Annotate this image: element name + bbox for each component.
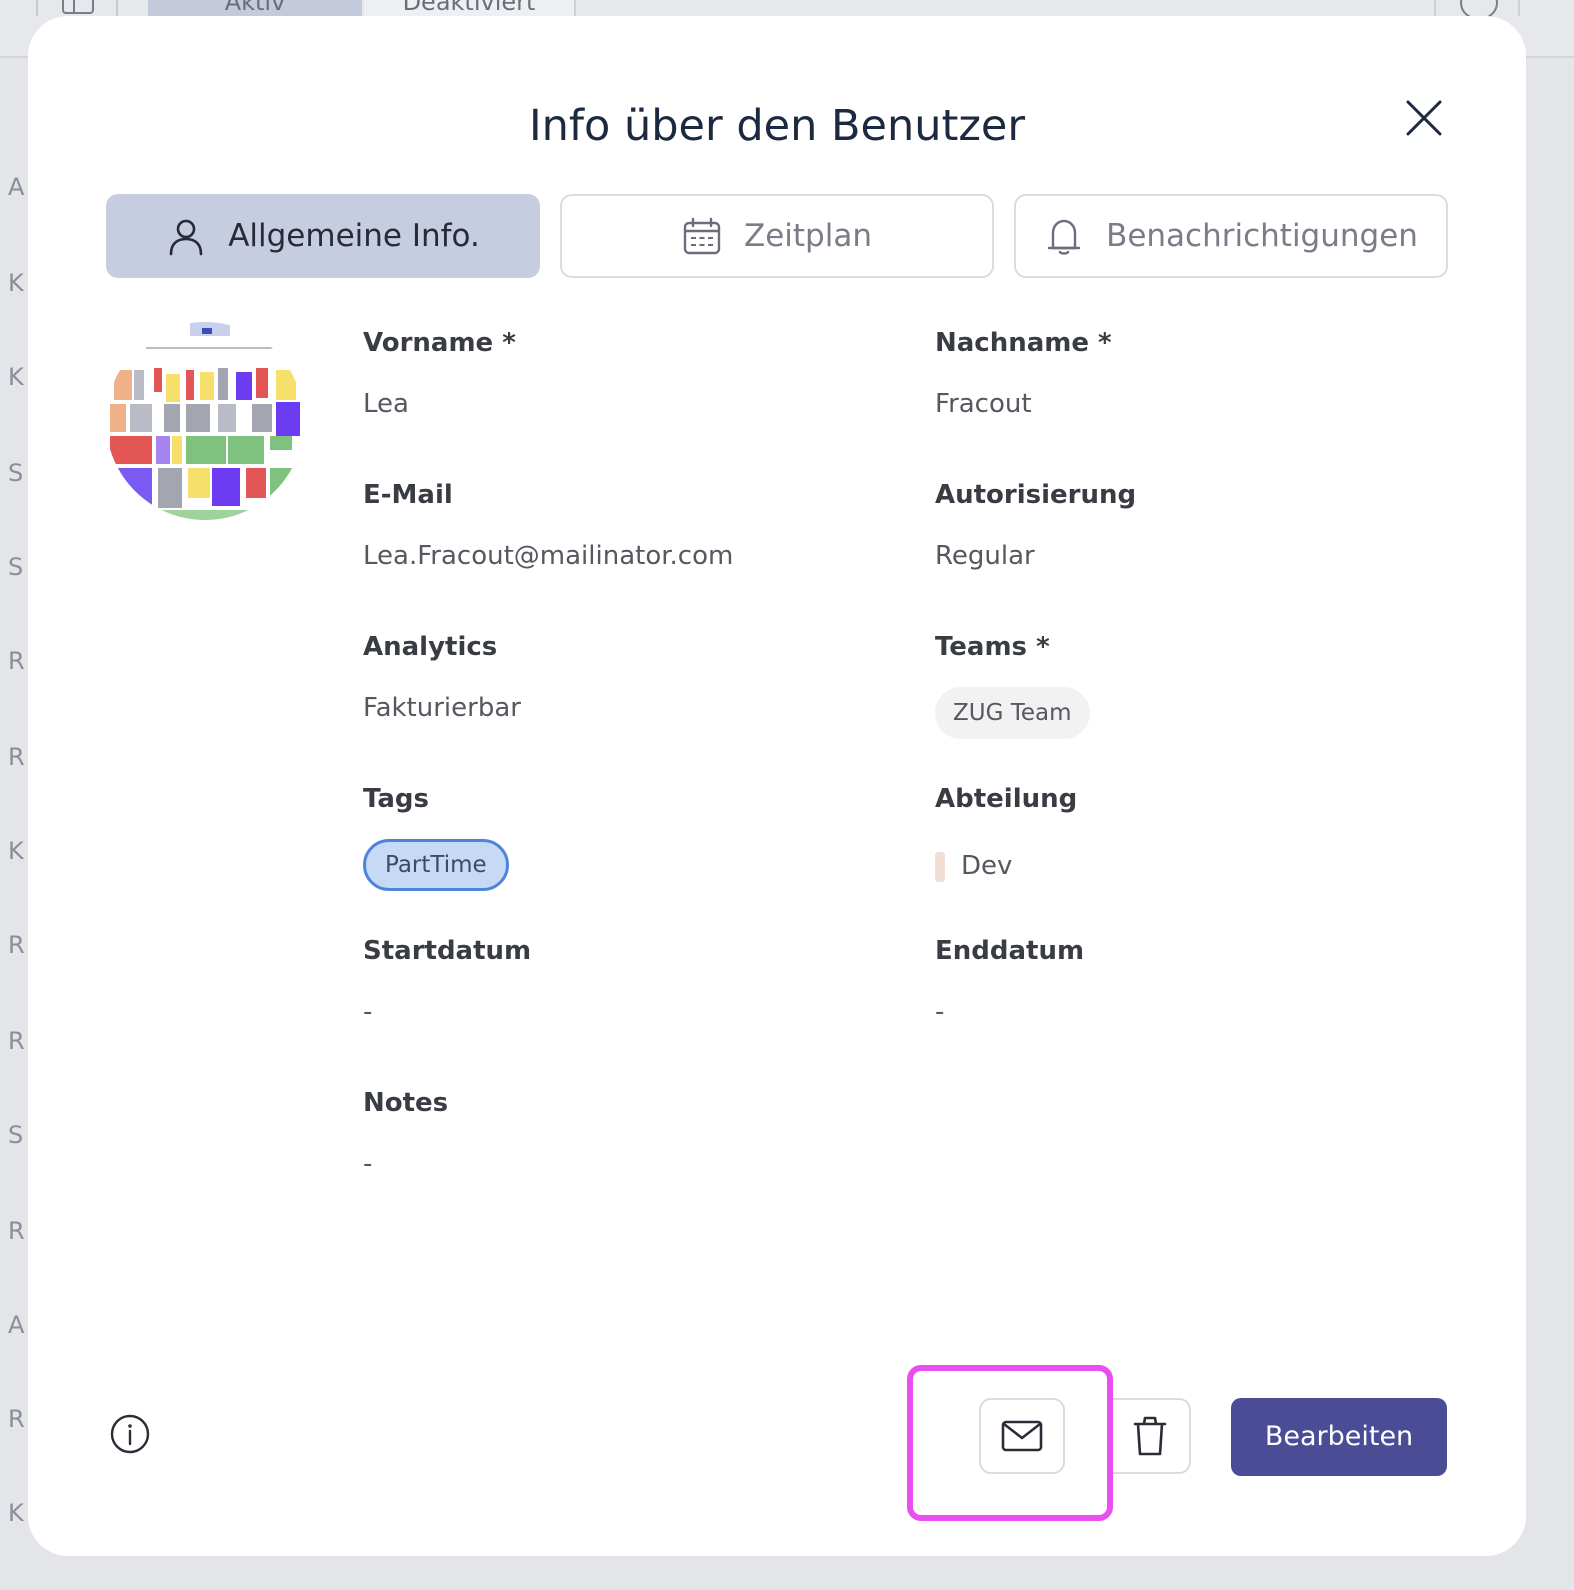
list-item: A: [8, 173, 25, 201]
analytics-value: Fakturierbar: [363, 693, 521, 723]
tab-notifications-label: Benachrichtigungen: [1106, 218, 1418, 254]
tags-label: Tags: [363, 784, 430, 814]
first-name-label: Vorname *: [363, 328, 516, 358]
last-name-value: Fracout: [935, 389, 1032, 419]
mail-icon: [1001, 1420, 1043, 1452]
tab-notifications[interactable]: Benachrichtigungen: [1014, 194, 1448, 278]
start-date-label: Startdatum: [363, 936, 532, 966]
department-label: Abteilung: [935, 784, 1078, 814]
list-item: R: [8, 743, 25, 771]
end-date-value: -: [935, 997, 945, 1027]
user-info-dialog: Info über den Benutzer Allgemeine Info.: [28, 16, 1526, 1556]
tab-active-label: Aktiv: [224, 0, 286, 16]
list-item: R: [8, 1405, 25, 1433]
team-chip: ZUG Team: [935, 687, 1090, 739]
list-item: K: [8, 269, 24, 297]
close-icon: [1406, 100, 1442, 136]
list-item: S: [8, 459, 24, 487]
list-item: A: [8, 1311, 25, 1339]
department-value: Dev: [961, 851, 1013, 881]
dialog-title: Info über den Benutzer: [528, 101, 1026, 151]
tab-general-info-label: Allgemeine Info.: [228, 218, 480, 254]
email-label: E-Mail: [363, 480, 453, 510]
teams-label: Teams *: [935, 632, 1050, 662]
list-item: R: [8, 1217, 25, 1245]
list-item: K: [8, 837, 24, 865]
analytics-label: Analytics: [363, 632, 498, 662]
tab-schedule[interactable]: Zeitplan: [560, 194, 994, 278]
list-item: R: [8, 647, 25, 675]
delete-user-button[interactable]: [1111, 1398, 1191, 1474]
tab-schedule-label: Zeitplan: [743, 218, 872, 254]
toolbar-divider: [36, 0, 38, 16]
calendar-icon: [682, 216, 722, 256]
tab-active-users[interactable]: Aktiv: [148, 0, 362, 16]
list-item: S: [8, 553, 24, 581]
list-item: K: [8, 1499, 24, 1527]
edit-button[interactable]: Bearbeiten: [1231, 1398, 1447, 1476]
send-invite-email-button[interactable]: [979, 1398, 1065, 1474]
tab-general-info[interactable]: Allgemeine Info.: [106, 194, 540, 278]
authorization-value: Regular: [935, 541, 1035, 571]
notes-value: -: [363, 1149, 373, 1179]
columns-icon: [62, 0, 94, 14]
toolbar-divider: [116, 0, 118, 16]
tab-deactivated-label: Deaktiviert: [402, 0, 536, 16]
trash-icon: [1133, 1416, 1167, 1456]
authorization-label: Autorisierung: [935, 480, 1137, 510]
account-icon[interactable]: [1434, 0, 1520, 20]
close-button[interactable]: [1400, 94, 1448, 142]
email-value: Lea.Fracout@mailinator.com: [363, 541, 734, 571]
info-icon: [110, 1414, 150, 1454]
tab-deactivated-users[interactable]: Deaktiviert: [364, 0, 576, 16]
list-item: R: [8, 931, 25, 959]
list-item: S: [8, 1121, 24, 1149]
last-name-label: Nachname *: [935, 328, 1112, 358]
notes-label: Notes: [363, 1088, 449, 1118]
list-item: K: [8, 363, 24, 391]
department-color-swatch: [935, 852, 945, 882]
user-avatar: [106, 322, 304, 520]
list-item: R: [8, 1027, 25, 1055]
start-date-value: -: [363, 997, 373, 1027]
first-name-value: Lea: [363, 389, 409, 419]
bell-icon: [1044, 216, 1084, 256]
user-icon: [166, 216, 206, 256]
info-button[interactable]: [110, 1414, 150, 1454]
end-date-label: Enddatum: [935, 936, 1085, 966]
tag-chip: PartTime: [363, 839, 509, 891]
